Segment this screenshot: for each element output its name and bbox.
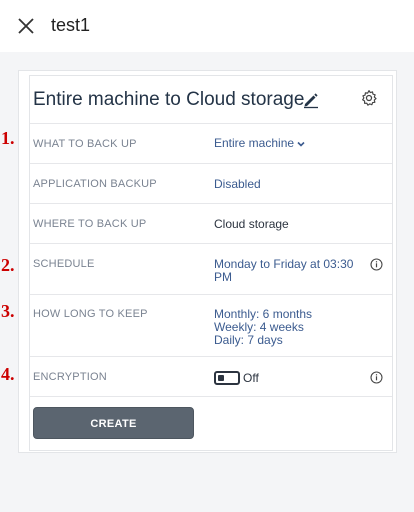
row-what-to-back-up: WHAT TO BACK UP Entire machine [30, 124, 392, 164]
how-long-to-keep-label: HOW LONG TO KEEP [33, 308, 148, 320]
schedule-label: SCHEDULE [33, 258, 95, 270]
what-to-back-up-value: Entire machine [214, 136, 295, 150]
protection-plan-card: Entire machine to Cloud storage WHAT TO … [29, 75, 393, 451]
annotation-marker-1: 1. [1, 128, 15, 148]
where-to-back-up-label: WHERE TO BACK UP [33, 218, 147, 230]
encryption-label: ENCRYPTION [33, 371, 107, 383]
application-backup-label: APPLICATION BACKUP [33, 178, 157, 190]
info-icon[interactable] [370, 258, 383, 271]
gear-icon[interactable] [360, 89, 378, 107]
annotation-marker-2: 2. [1, 255, 15, 275]
retention-value[interactable]: Monthly: 6 months Weekly: 4 weeks Daily:… [214, 308, 312, 347]
row-application-backup: APPLICATION BACKUP Disabled [30, 164, 392, 204]
row-how-long-to-keep: HOW LONG TO KEEP Monthly: 6 months Weekl… [30, 295, 392, 357]
schedule-value[interactable]: Monday to Friday at 03:30 PM [214, 258, 353, 284]
application-backup-value[interactable]: Disabled [214, 178, 261, 191]
retention-daily: Daily: 7 days [214, 333, 283, 347]
info-icon[interactable] [370, 371, 383, 384]
plan-name: Entire machine to Cloud storage [33, 89, 305, 110]
toggle-knob [218, 375, 224, 381]
schedule-value-line-2: PM [214, 270, 232, 284]
pencil-icon[interactable] [302, 91, 320, 109]
annotation-marker-4: 4. [1, 364, 15, 384]
row-encryption: ENCRYPTION Off [30, 357, 392, 397]
where-to-back-up-value[interactable]: Cloud storage [214, 218, 289, 231]
annotation-marker-3: 3. [1, 301, 15, 321]
encryption-toggle[interactable] [214, 371, 240, 385]
what-to-back-up-dropdown[interactable]: Entire machine [214, 137, 306, 150]
top-bar: test1 [0, 0, 414, 52]
plan-header: Entire machine to Cloud storage [30, 76, 392, 124]
row-schedule: SCHEDULE Monday to Friday at 03:30 PM [30, 244, 392, 295]
what-to-back-up-label: WHAT TO BACK UP [33, 138, 137, 150]
encryption-value: Off [243, 371, 259, 385]
create-button[interactable]: CREATE [33, 407, 194, 439]
close-icon[interactable] [14, 14, 38, 38]
chevron-down-icon [297, 141, 305, 147]
schedule-value-line-1: Monday to Friday at 03:30 [214, 257, 354, 271]
row-where-to-back-up: WHERE TO BACK UP Cloud storage [30, 204, 392, 244]
window-title: test1 [51, 15, 91, 35]
